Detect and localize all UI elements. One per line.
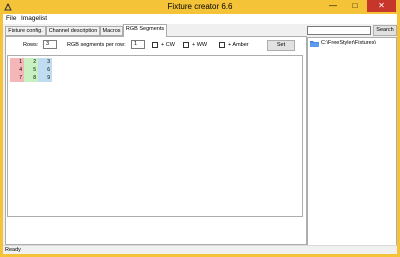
minimize-button[interactable]: — [323,0,343,12]
status-text: Ready [5,247,21,253]
segment-grid: 1 2 3 4 5 6 7 8 9 [7,55,303,217]
set-button[interactable]: Set [267,40,295,51]
ww-checkbox[interactable] [183,42,189,48]
segment-cell[interactable]: 9 [38,74,52,82]
fixture-tree[interactable]: C:\FreeStyler\Fixtures\ [307,37,397,249]
tab-fixture-config[interactable]: Fixture config. [5,26,46,36]
search-button[interactable]: Search [373,25,397,36]
segment-cell[interactable]: 7 [10,74,24,82]
amber-checkbox[interactable] [219,42,225,48]
cw-label: + CW [161,42,175,48]
rows-input[interactable]: 3 [43,40,57,49]
maximize-button[interactable]: □ [345,0,365,12]
amber-label: + Amber [228,42,249,48]
rows-label: Rows: [23,42,39,48]
segment-cell[interactable]: 4 [10,66,24,74]
segment-cell[interactable]: 5 [24,66,38,74]
folder-icon [310,41,319,47]
segments-label: RGB segments per row: [67,42,126,48]
client-area: File Imagelist Fixture config. Channel d… [3,14,397,254]
tab-channel-description[interactable]: Channel description [46,26,100,36]
cw-checkbox[interactable] [152,42,158,48]
segment-cell[interactable]: 3 [38,58,52,66]
segments-input[interactable]: 1 [131,40,145,49]
segment-cell[interactable]: 6 [38,66,52,74]
status-bar: Ready [3,245,397,254]
segment-cell[interactable]: 8 [24,74,38,82]
menu-bar: File Imagelist [3,14,397,24]
segment-cell[interactable]: 1 [10,58,24,66]
tab-macros[interactable]: Macros [100,26,123,36]
tab-rgb-segments[interactable]: RGB Segments [123,24,167,37]
segment-cell[interactable]: 2 [24,58,38,66]
menu-imagelist[interactable]: Imagelist [21,15,47,22]
menu-file[interactable]: File [6,15,16,22]
close-button[interactable]: ✕ [367,0,396,12]
search-input[interactable] [307,26,371,35]
title-bar[interactable]: Fixture creator 6.6 — □ ✕ [0,0,400,14]
tree-item-root[interactable]: C:\FreeStyler\Fixtures\ [321,40,376,46]
ww-label: + WW [192,42,208,48]
